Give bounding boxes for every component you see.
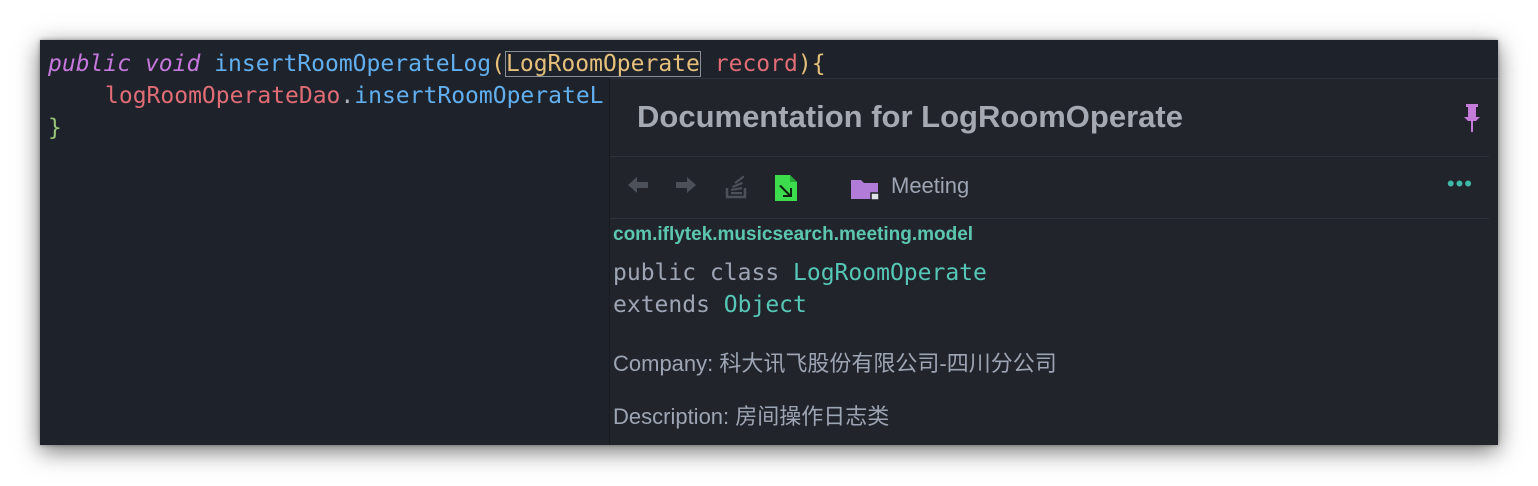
code-line-3[interactable]: }	[48, 112, 62, 144]
superclass-link[interactable]: Object	[724, 292, 807, 318]
method-name: insertRoomOperateLog	[214, 51, 492, 77]
folder-icon	[851, 180, 880, 201]
location-label[interactable]: Meeting	[891, 173, 969, 199]
decl-public-class: public class	[613, 260, 794, 286]
keyword-public: public	[48, 51, 132, 77]
arrow-right-icon[interactable]	[674, 174, 698, 196]
param-type-highlighted[interactable]: LogRoomOperate	[505, 51, 701, 77]
class-declaration: public class LogRoomOperate	[613, 260, 987, 286]
close-paren-open-brace: ){	[797, 51, 826, 77]
package-name: com.iflytek.musicsearch.meeting.model	[613, 224, 974, 245]
param-name: record	[714, 51, 798, 77]
decl-extends: extends	[613, 292, 724, 318]
toolbar-divider	[610, 218, 1489, 219]
dao-field: logRoomOperateDao	[105, 83, 341, 109]
company-info: Company: 科大讯飞股份有限公司-四川分公司	[613, 351, 1057, 376]
dao-method-call: insertRoomOperateL	[354, 83, 604, 109]
dot: .	[340, 83, 355, 109]
more-icon[interactable]: •••	[1447, 171, 1473, 197]
open-paren: (	[491, 51, 506, 77]
documentation-popup: Documentation for LogRoomOperate Meeting…	[609, 78, 1498, 445]
extends-declaration: extends Object	[613, 292, 807, 318]
code-line-2[interactable]: logRoomOperateDao.insertRoomOperateL	[48, 80, 604, 112]
class-name-link[interactable]: LogRoomOperate	[793, 260, 987, 286]
closing-brace: }	[48, 115, 62, 141]
doc-toolbar: Meeting •••	[610, 157, 1489, 217]
keyword-void: void	[144, 51, 201, 77]
stack-overflow-icon[interactable]	[724, 174, 750, 200]
doc-title: Documentation for LogRoomOperate	[637, 99, 1183, 134]
editor-window: public void insertRoomOperateLog(LogRoom…	[40, 40, 1498, 445]
pin-icon[interactable]	[1463, 103, 1481, 133]
external-doc-icon[interactable]	[774, 174, 798, 202]
arrow-left-icon[interactable]	[626, 174, 650, 196]
description-info: Description: 房间操作日志类	[613, 404, 890, 429]
code-line-1[interactable]: public void insertRoomOperateLog(LogRoom…	[48, 48, 826, 80]
